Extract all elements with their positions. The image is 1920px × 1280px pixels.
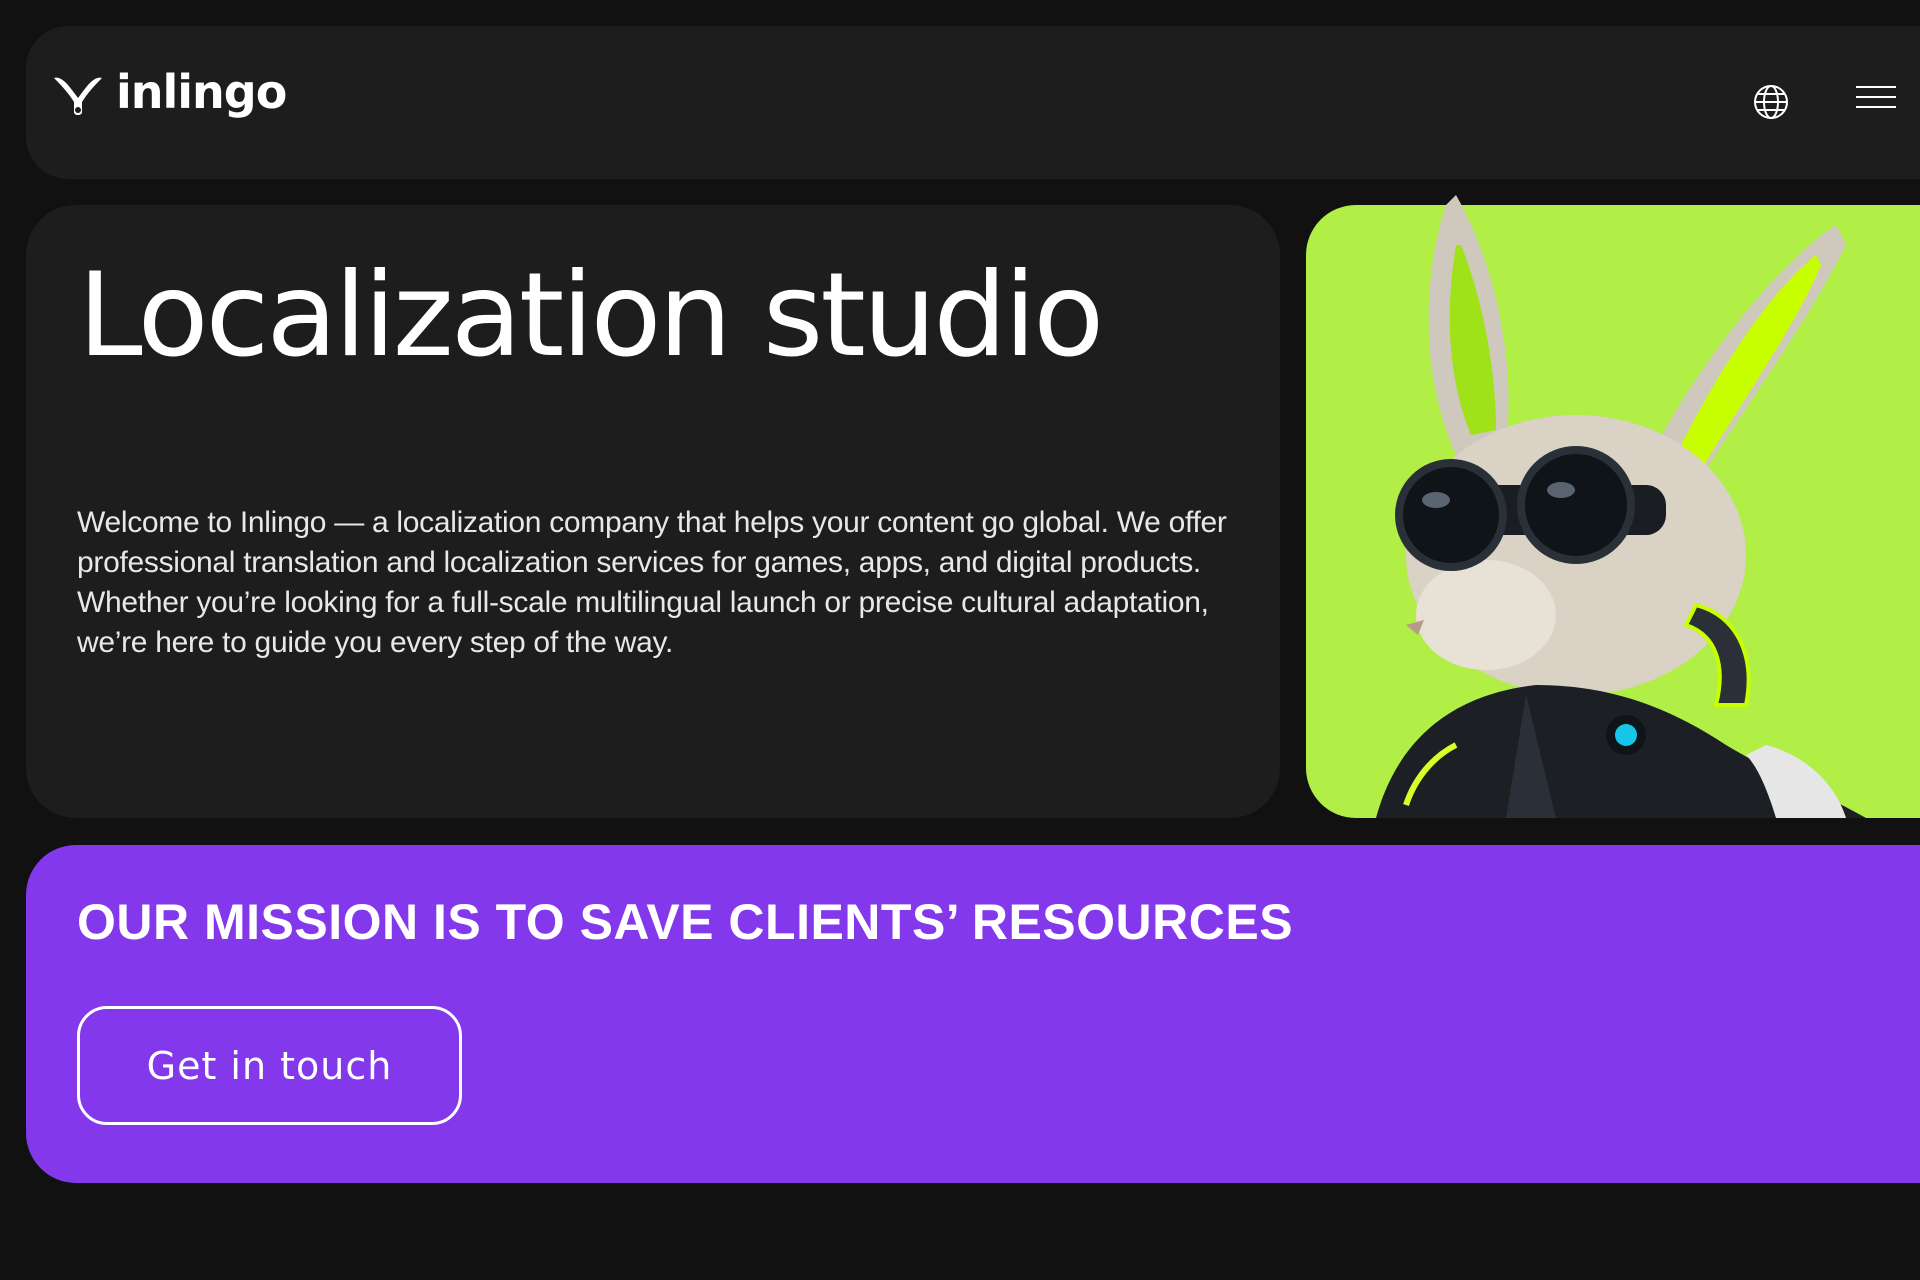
mission-title: OUR MISSION IS TO SAVE CLIENTS’ RESOURCE… [77, 894, 1294, 950]
hamburger-menu-icon-line [1856, 106, 1896, 108]
hero-title: Localization studio [78, 248, 1104, 383]
logo[interactable]: inlingo [50, 65, 287, 119]
rabbit-with-goggles-illustration [1376, 195, 1866, 818]
hero-description: Welcome to Inlingo — a localization comp… [77, 506, 1227, 659]
hamburger-menu-icon-line [1856, 86, 1896, 88]
language-selector-button[interactable] [1752, 83, 1790, 121]
hamburger-menu-icon-line [1856, 96, 1896, 98]
hero-image-card [1306, 195, 1920, 818]
inlingo-logo-mark-icon [50, 72, 106, 118]
get-in-touch-button[interactable]: Get in touch [77, 1006, 462, 1125]
site-header: inlingo [26, 26, 1920, 179]
logo-text: inlingo [116, 65, 287, 119]
hero-card: Localization studio Welcome to Inlingo —… [26, 205, 1280, 818]
globe-icon [1754, 85, 1788, 119]
page: inlingo Localization studio Welcome to I… [0, 0, 1920, 1280]
hamburger-menu-button[interactable] [1856, 86, 1896, 116]
mission-banner: OUR MISSION IS TO SAVE CLIENTS’ RESOURCE… [26, 845, 1920, 1183]
